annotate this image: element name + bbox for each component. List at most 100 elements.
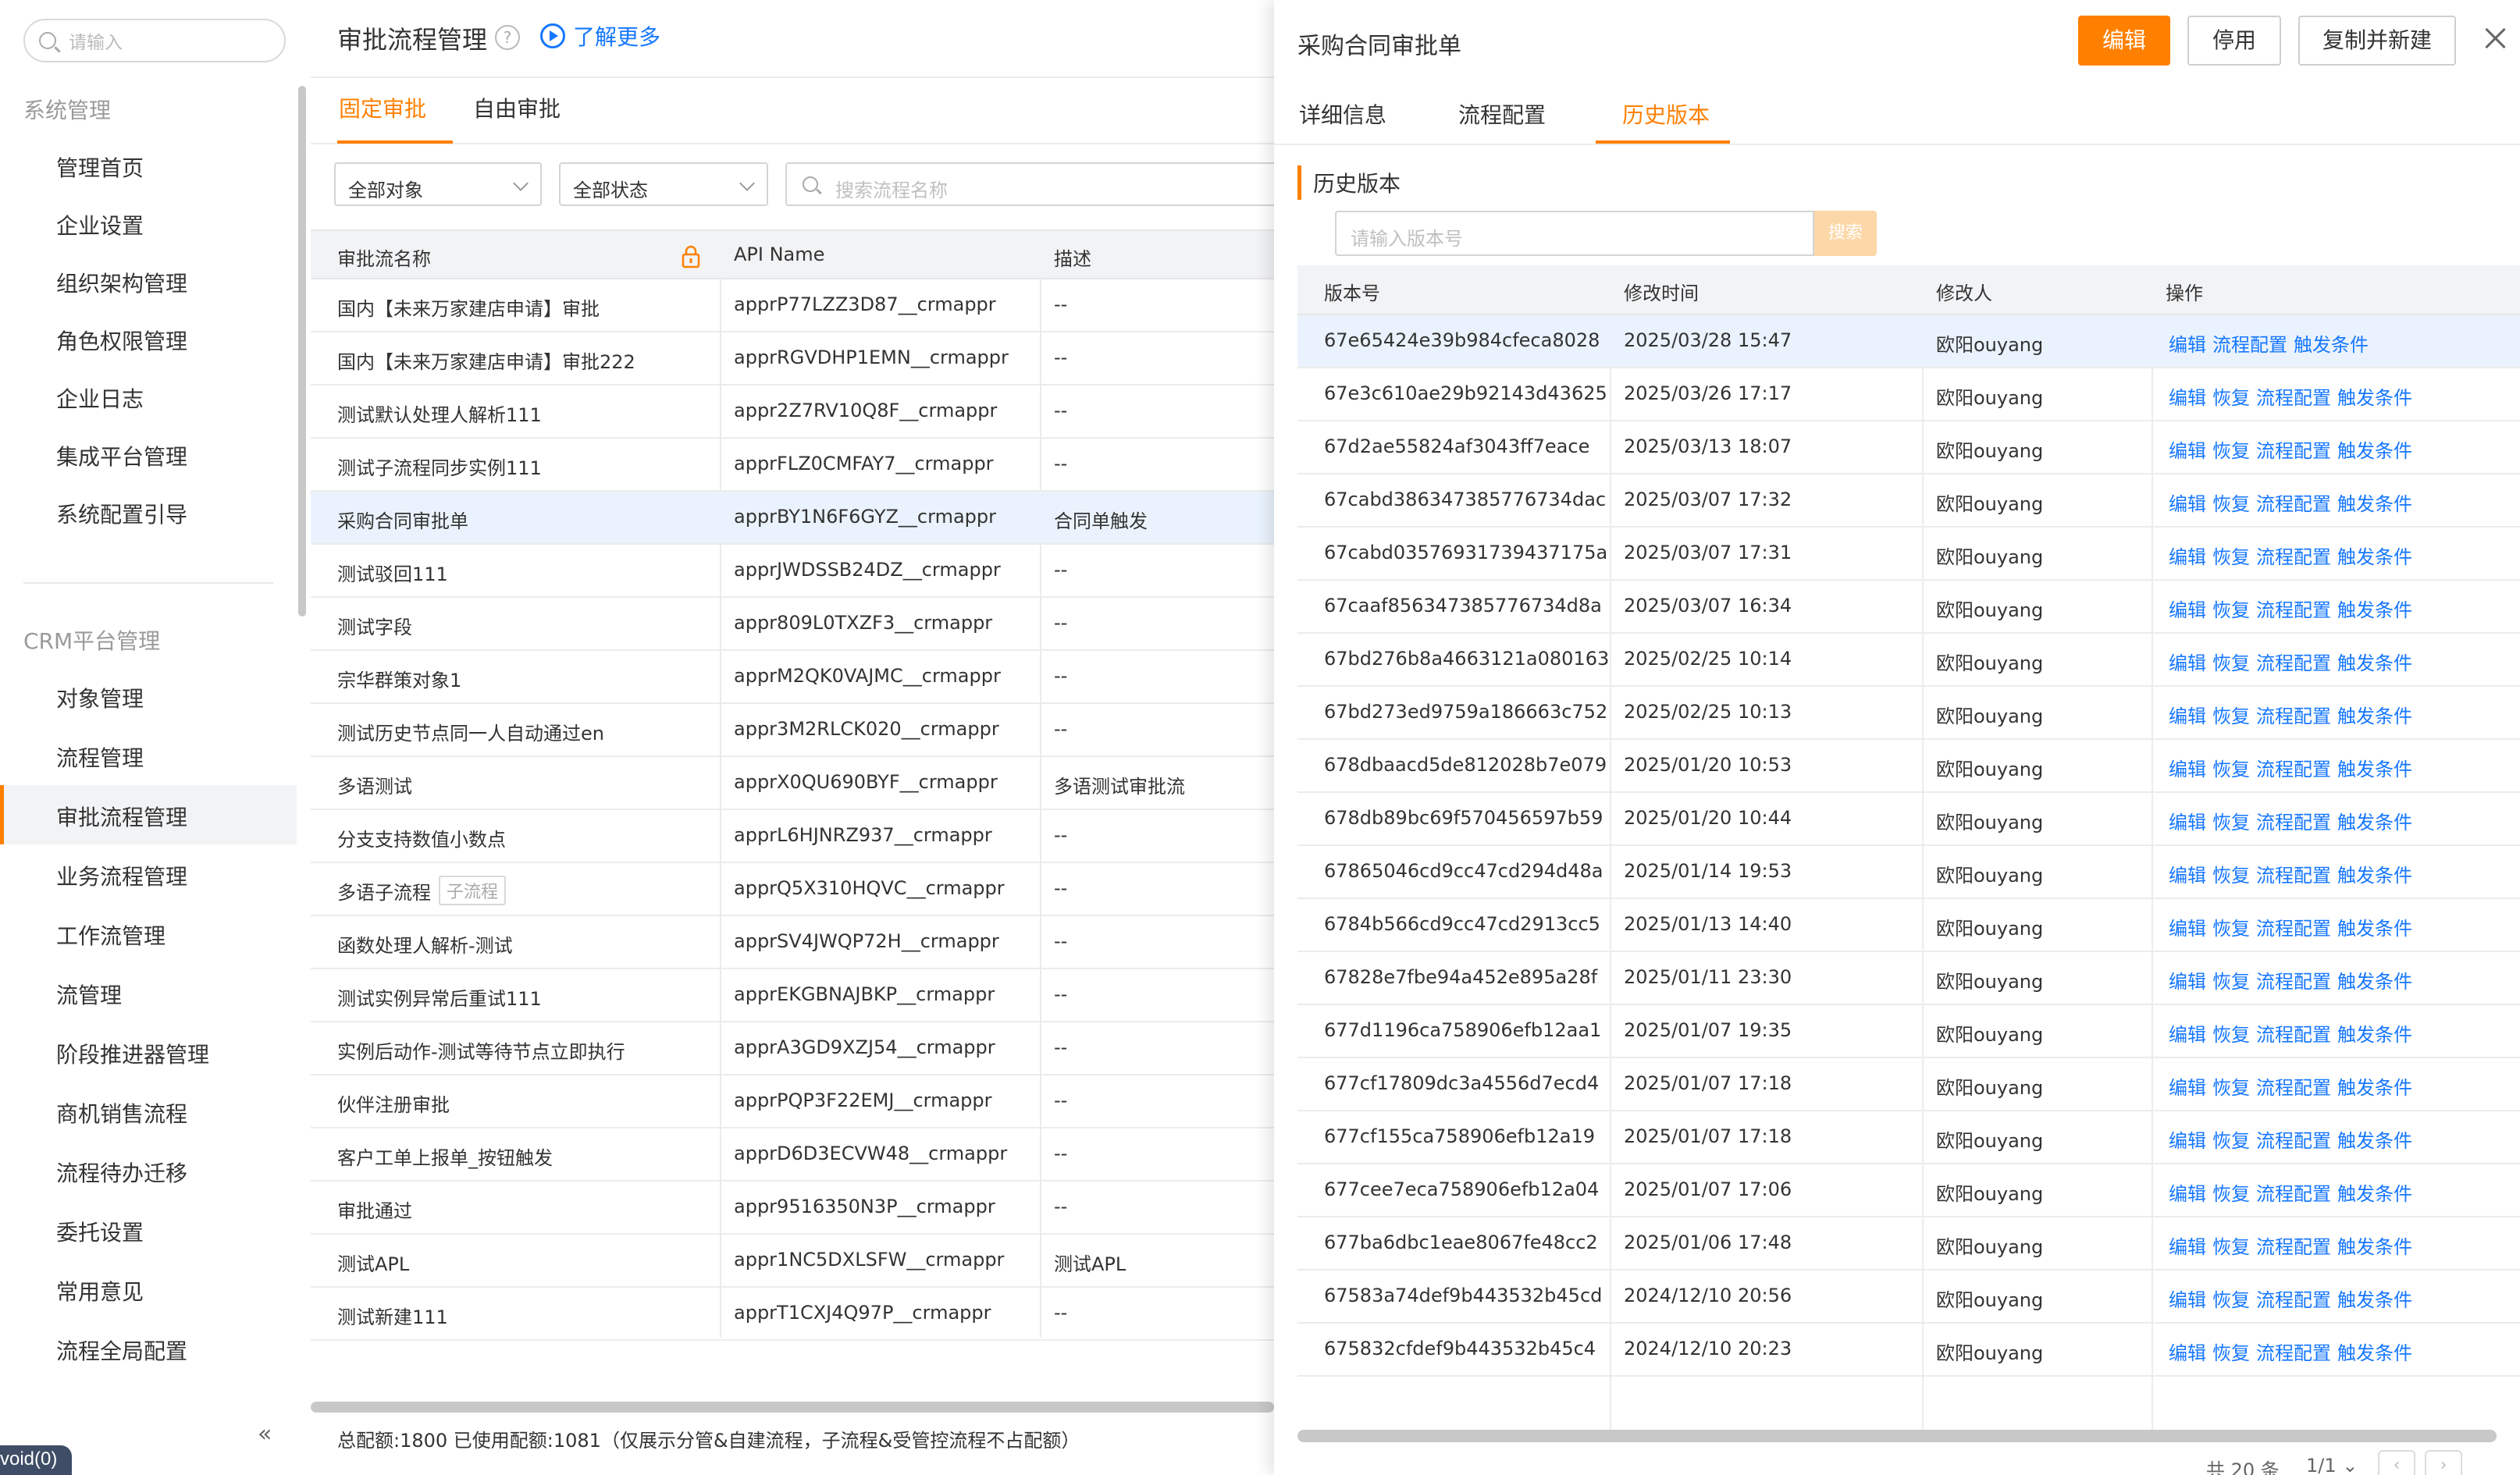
action-link[interactable]: 触发条件 bbox=[2337, 971, 2412, 993]
action-link[interactable]: 触发条件 bbox=[2337, 865, 2412, 887]
sidebar-subitem[interactable]: 业务流程管理 bbox=[0, 844, 297, 904]
action-link[interactable]: 恢复 bbox=[2212, 493, 2250, 515]
sidebar-subitem[interactable]: 委托设置 bbox=[0, 1200, 297, 1260]
sidebar-item-cube[interactable]: 对象管理 bbox=[0, 666, 297, 726]
action-link[interactable]: 触发条件 bbox=[2337, 493, 2412, 515]
action-link[interactable]: 触发条件 bbox=[2337, 1077, 2412, 1099]
action-link[interactable]: 流程配置 bbox=[2256, 440, 2331, 462]
action-link[interactable]: 恢复 bbox=[2212, 918, 2250, 940]
action-link[interactable]: 编辑 bbox=[2169, 493, 2206, 515]
flow-name-cell[interactable]: 测试历史节点同一人自动通过en bbox=[337, 718, 604, 745]
sidebar-subitem[interactable]: 流程全局配置 bbox=[0, 1319, 297, 1378]
collapse-sidebar-button[interactable]: « bbox=[258, 1420, 272, 1448]
action-link[interactable]: 流程配置 bbox=[2256, 865, 2331, 887]
col-header-name[interactable]: 审批流名称 bbox=[337, 243, 431, 271]
action-link[interactable]: 触发条件 bbox=[2337, 1289, 2412, 1311]
action-link[interactable]: 编辑 bbox=[2169, 599, 2206, 621]
table-row[interactable]: 客户工单上报单_按钮触发 apprD6D3ECVW48__crmappr -- bbox=[311, 1128, 1274, 1182]
action-link[interactable]: 编辑 bbox=[2169, 1183, 2206, 1205]
tab-fixed-approval[interactable]: 固定审批 bbox=[339, 92, 426, 123]
tab-flow-config[interactable]: 流程配置 bbox=[1458, 98, 1546, 130]
flow-name-cell[interactable]: 国内【未来万家建店申请】审批222 bbox=[337, 347, 635, 374]
action-link[interactable]: 触发条件 bbox=[2337, 1024, 2412, 1046]
action-link[interactable]: 流程配置 bbox=[2256, 918, 2331, 940]
table-row[interactable]: 实例后动作-测试等待节点立即执行 apprA3GD9XZJ54__crmappr -… bbox=[311, 1022, 1274, 1075]
action-link[interactable]: 恢复 bbox=[2212, 706, 2250, 727]
action-link[interactable]: 编辑 bbox=[2169, 812, 2206, 833]
action-link[interactable]: 编辑 bbox=[2169, 1024, 2206, 1046]
action-link[interactable]: 触发条件 bbox=[2294, 334, 2369, 356]
flow-name-cell[interactable]: 宗华群策对象1 bbox=[337, 665, 461, 692]
action-link[interactable]: 流程配置 bbox=[2212, 334, 2287, 356]
action-link[interactable]: 恢复 bbox=[2212, 652, 2250, 674]
process-search-input[interactable]: 搜索流程名称 bbox=[785, 162, 1285, 206]
table-horizontal-scrollbar[interactable] bbox=[1297, 1430, 2497, 1442]
help-icon[interactable]: ? bbox=[495, 25, 520, 50]
flow-name-cell[interactable]: 采购合同审批单 bbox=[337, 506, 468, 533]
flow-name-cell[interactable]: 多语测试 bbox=[337, 771, 412, 798]
action-link[interactable]: 恢复 bbox=[2212, 759, 2250, 780]
flow-name-cell[interactable]: 实例后动作-测试等待节点立即执行 bbox=[337, 1036, 625, 1064]
lock-icon[interactable] bbox=[681, 245, 701, 268]
table-row[interactable]: 测试APL appr1NC5DXLSFW__crmappr 测试APL bbox=[311, 1235, 1274, 1288]
flow-name-cell[interactable]: 客户工单上报单_按钮触发 bbox=[337, 1143, 553, 1170]
action-link[interactable]: 触发条件 bbox=[2337, 918, 2412, 940]
action-link[interactable]: 恢复 bbox=[2212, 440, 2250, 462]
sidebar-subitem[interactable]: 流程待办迁移 bbox=[0, 1141, 297, 1200]
action-link[interactable]: 触发条件 bbox=[2337, 440, 2412, 462]
action-link[interactable]: 编辑 bbox=[2169, 706, 2206, 727]
flow-name-cell[interactable]: 伙伴注册审批 bbox=[337, 1089, 450, 1117]
sidebar-search-input[interactable]: 请输入 bbox=[23, 19, 286, 62]
action-link[interactable]: 触发条件 bbox=[2337, 1236, 2412, 1258]
action-link[interactable]: 流程配置 bbox=[2256, 706, 2331, 727]
table-row[interactable]: 分支支持数值小数点 apprL6HJNRZ937__crmappr -- bbox=[311, 810, 1274, 863]
action-link[interactable]: 恢复 bbox=[2212, 1289, 2250, 1311]
action-link[interactable]: 恢复 bbox=[2212, 599, 2250, 621]
action-link[interactable]: 编辑 bbox=[2169, 1342, 2206, 1364]
flow-name-cell[interactable]: 测试APL bbox=[337, 1249, 409, 1276]
action-link[interactable]: 流程配置 bbox=[2256, 812, 2331, 833]
action-link[interactable]: 编辑 bbox=[2169, 865, 2206, 887]
action-link[interactable]: 流程配置 bbox=[2256, 759, 2331, 780]
action-link[interactable]: 触发条件 bbox=[2337, 652, 2412, 674]
flow-name-cell[interactable]: 测试新建111 bbox=[337, 1302, 448, 1329]
action-link[interactable]: 流程配置 bbox=[2256, 1236, 2331, 1258]
disable-button[interactable]: 停用 bbox=[2187, 16, 2281, 66]
action-link[interactable]: 编辑 bbox=[2169, 652, 2206, 674]
table-row[interactable]: 国内【未来万家建店申请】审批222 apprRGVDHP1EMN__crmappr… bbox=[311, 332, 1274, 386]
object-filter-select[interactable]: 全部对象 bbox=[334, 162, 542, 206]
flow-name-cell[interactable]: 测试字段 bbox=[337, 612, 412, 639]
action-link[interactable]: 流程配置 bbox=[2256, 1183, 2331, 1205]
table-row[interactable]: 审批通过 appr9516350N3P__crmappr -- bbox=[311, 1182, 1274, 1235]
flow-name-cell[interactable]: 分支支持数值小数点 bbox=[337, 824, 506, 851]
action-link[interactable]: 触发条件 bbox=[2337, 759, 2412, 780]
action-link[interactable]: 触发条件 bbox=[2337, 1342, 2412, 1364]
copy-create-button[interactable]: 复制并新建 bbox=[2298, 16, 2456, 66]
sidebar-item-id-card[interactable]: 角色权限管理 bbox=[0, 309, 297, 368]
table-row[interactable]: 多语子流程 子流程 apprQ5X310HQVC__crmappr -- bbox=[311, 863, 1274, 916]
table-row[interactable]: 国内【未来万家建店申请】审批 apprP77LZZ3D87__crmappr -- bbox=[311, 279, 1274, 332]
tab-history[interactable]: 历史版本 bbox=[1622, 98, 1710, 130]
action-link[interactable]: 流程配置 bbox=[2256, 1342, 2331, 1364]
action-link[interactable]: 编辑 bbox=[2169, 759, 2206, 780]
tab-details[interactable]: 详细信息 bbox=[1299, 98, 1386, 130]
sidebar-subitem[interactable]: 工作流管理 bbox=[0, 904, 297, 963]
table-row[interactable]: 测试新建111 apprT1CXJ4Q97P__crmappr -- bbox=[311, 1288, 1274, 1341]
learn-more-link[interactable]: 了解更多 bbox=[540, 20, 660, 52]
table-row[interactable]: 测试子流程同步实例111 apprFLZ0CMFAY7__crmappr -- bbox=[311, 439, 1274, 492]
action-link[interactable]: 恢复 bbox=[2212, 1130, 2250, 1152]
table-row[interactable]: 测试字段 appr809L0TXZF3__crmappr -- bbox=[311, 598, 1274, 651]
action-link[interactable]: 编辑 bbox=[2169, 1289, 2206, 1311]
prev-page-button[interactable]: ‹ bbox=[2378, 1450, 2415, 1475]
action-link[interactable]: 流程配置 bbox=[2256, 493, 2331, 515]
action-link[interactable]: 恢复 bbox=[2212, 1024, 2250, 1046]
action-link[interactable]: 触发条件 bbox=[2337, 1130, 2412, 1152]
action-link[interactable]: 恢复 bbox=[2212, 1183, 2250, 1205]
table-row[interactable]: 测试驳回111 apprJWDSSB24DZ__crmappr -- bbox=[311, 545, 1274, 598]
action-link[interactable]: 恢复 bbox=[2212, 1077, 2250, 1099]
table-row[interactable]: 测试历史节点同一人自动通过en appr3M2RLCK020__crmappr -- bbox=[311, 704, 1274, 757]
status-filter-select[interactable]: 全部状态 bbox=[559, 162, 768, 206]
flow-name-cell[interactable]: 审批通过 bbox=[337, 1196, 412, 1223]
table-horizontal-scrollbar[interactable] bbox=[311, 1402, 1274, 1413]
sidebar-subitem[interactable]: 流管理 bbox=[0, 963, 297, 1022]
